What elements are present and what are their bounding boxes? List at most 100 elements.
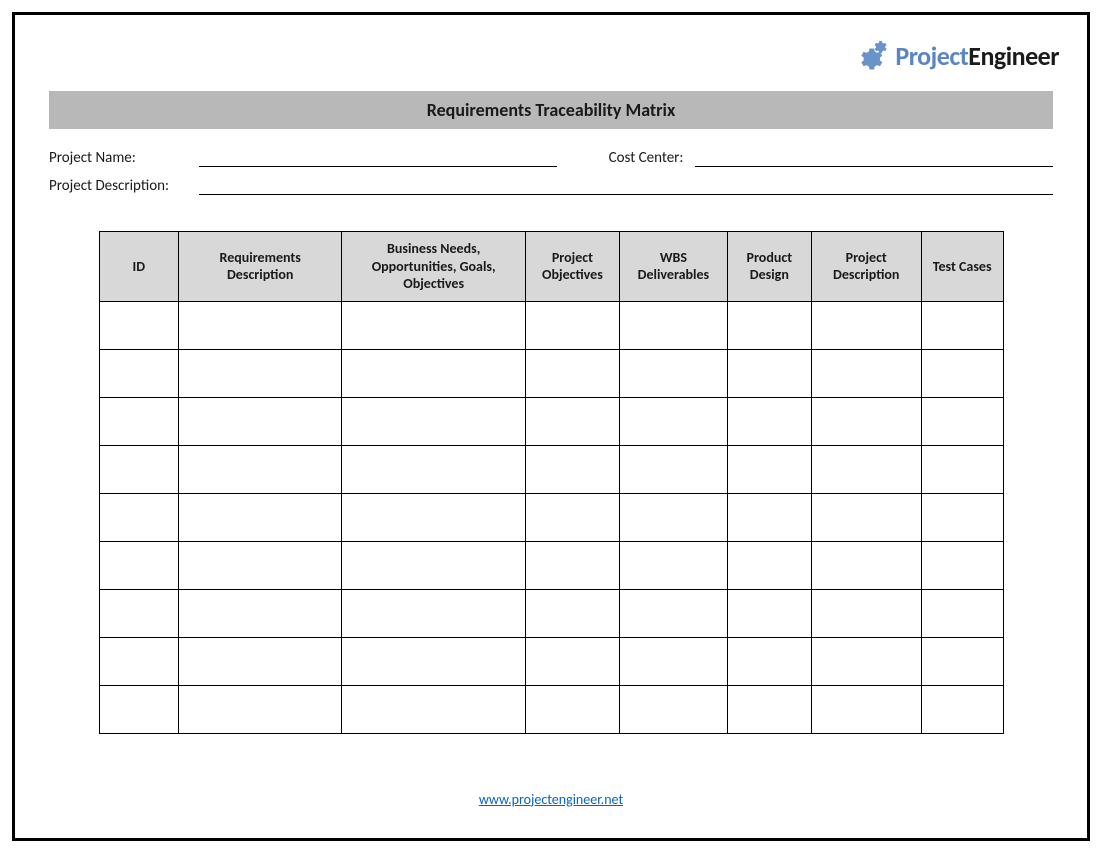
- table-cell[interactable]: [342, 685, 526, 733]
- table-cell[interactable]: [727, 685, 811, 733]
- table-header-row: ID Requirements Description Business Nee…: [99, 232, 1003, 302]
- footer: www.projectengineer.net: [43, 790, 1059, 809]
- table-cell[interactable]: [99, 637, 179, 685]
- table-cell[interactable]: [525, 685, 619, 733]
- col-header-requirements: Requirements Description: [179, 232, 342, 302]
- table-row: [99, 301, 1003, 349]
- table-cell[interactable]: [525, 493, 619, 541]
- table-cell[interactable]: [99, 349, 179, 397]
- cost-center-field[interactable]: [695, 151, 1053, 167]
- table-cell[interactable]: [811, 589, 921, 637]
- header: ProjectEngineer: [43, 39, 1059, 73]
- table-row: [99, 589, 1003, 637]
- gear-icon: [851, 39, 889, 73]
- table-cell[interactable]: [619, 685, 727, 733]
- table-cell[interactable]: [727, 493, 811, 541]
- table-cell[interactable]: [619, 637, 727, 685]
- table-cell[interactable]: [99, 589, 179, 637]
- title-bar: Requirements Traceability Matrix: [49, 91, 1053, 129]
- table-cell[interactable]: [342, 493, 526, 541]
- footer-link[interactable]: www.projectengineer.net: [479, 791, 623, 808]
- table-cell[interactable]: [525, 541, 619, 589]
- table-cell[interactable]: [179, 493, 342, 541]
- table-cell[interactable]: [619, 493, 727, 541]
- table-row: [99, 493, 1003, 541]
- table-cell[interactable]: [811, 301, 921, 349]
- table-cell[interactable]: [811, 349, 921, 397]
- col-header-business: Business Needs, Opportunities, Goals, Ob…: [342, 232, 526, 302]
- table-cell[interactable]: [99, 301, 179, 349]
- table-cell[interactable]: [811, 685, 921, 733]
- col-header-objectives: Project Objectives: [525, 232, 619, 302]
- table-cell[interactable]: [921, 589, 1003, 637]
- table-cell[interactable]: [525, 589, 619, 637]
- table-row: [99, 637, 1003, 685]
- table-cell[interactable]: [921, 685, 1003, 733]
- table-cell[interactable]: [921, 301, 1003, 349]
- table-cell[interactable]: [921, 637, 1003, 685]
- table-cell[interactable]: [179, 685, 342, 733]
- project-name-field[interactable]: [199, 151, 557, 167]
- table-cell[interactable]: [811, 637, 921, 685]
- table-cell[interactable]: [99, 493, 179, 541]
- table-cell[interactable]: [727, 445, 811, 493]
- table-cell[interactable]: [525, 445, 619, 493]
- table-cell[interactable]: [619, 589, 727, 637]
- rtm-table: ID Requirements Description Business Nee…: [99, 231, 1004, 734]
- table-cell[interactable]: [179, 589, 342, 637]
- table-cell[interactable]: [99, 397, 179, 445]
- table-cell[interactable]: [727, 637, 811, 685]
- table-cell[interactable]: [342, 301, 526, 349]
- brand-logo: ProjectEngineer: [851, 39, 1059, 73]
- brand-text-dark: Engineer: [968, 40, 1059, 72]
- table-cell[interactable]: [179, 349, 342, 397]
- project-description-field[interactable]: [199, 179, 1053, 195]
- table-cell[interactable]: [619, 349, 727, 397]
- table-cell[interactable]: [811, 493, 921, 541]
- table-cell[interactable]: [619, 301, 727, 349]
- table-cell[interactable]: [99, 685, 179, 733]
- table-row: [99, 397, 1003, 445]
- table-cell[interactable]: [342, 349, 526, 397]
- table-cell[interactable]: [921, 541, 1003, 589]
- table-cell[interactable]: [179, 397, 342, 445]
- col-header-product: Product Design: [727, 232, 811, 302]
- table-cell[interactable]: [525, 349, 619, 397]
- table-cell[interactable]: [727, 301, 811, 349]
- table-cell[interactable]: [342, 541, 526, 589]
- table-cell[interactable]: [811, 397, 921, 445]
- cost-center-label: Cost Center:: [609, 149, 684, 167]
- table-cell[interactable]: [525, 637, 619, 685]
- table-cell[interactable]: [342, 397, 526, 445]
- col-header-wbs: WBS Deliverables: [619, 232, 727, 302]
- table-cell[interactable]: [179, 541, 342, 589]
- col-header-project: Project Description: [811, 232, 921, 302]
- meta-row-description: Project Description:: [49, 177, 1053, 195]
- table-cell[interactable]: [99, 541, 179, 589]
- brand-text: ProjectEngineer: [895, 40, 1059, 72]
- table-cell[interactable]: [342, 445, 526, 493]
- table-cell[interactable]: [727, 349, 811, 397]
- table-cell[interactable]: [727, 397, 811, 445]
- table-cell[interactable]: [921, 349, 1003, 397]
- table-cell[interactable]: [619, 445, 727, 493]
- table-row: [99, 685, 1003, 733]
- table-cell[interactable]: [525, 301, 619, 349]
- table-cell[interactable]: [179, 301, 342, 349]
- table-cell[interactable]: [921, 397, 1003, 445]
- table-cell[interactable]: [99, 445, 179, 493]
- table-cell[interactable]: [179, 637, 342, 685]
- table-cell[interactable]: [179, 445, 342, 493]
- brand-text-blue: Project: [895, 40, 968, 72]
- table-cell[interactable]: [619, 541, 727, 589]
- table-cell[interactable]: [811, 445, 921, 493]
- table-cell[interactable]: [921, 445, 1003, 493]
- table-cell[interactable]: [342, 589, 526, 637]
- table-cell[interactable]: [619, 397, 727, 445]
- table-cell[interactable]: [727, 541, 811, 589]
- table-cell[interactable]: [525, 397, 619, 445]
- table-cell[interactable]: [727, 589, 811, 637]
- table-cell[interactable]: [921, 493, 1003, 541]
- table-cell[interactable]: [342, 637, 526, 685]
- table-cell[interactable]: [811, 541, 921, 589]
